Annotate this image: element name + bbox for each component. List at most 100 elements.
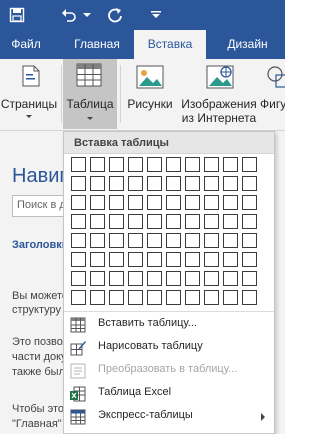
grid-cell[interactable] [109,195,124,210]
grid-cell[interactable] [166,157,181,172]
grid-cell[interactable] [147,290,162,305]
undo-icon[interactable] [58,0,80,30]
grid-cell[interactable] [71,195,86,210]
grid-cell[interactable] [223,271,238,286]
grid-cell[interactable] [185,233,200,248]
grid-cell[interactable] [147,176,162,191]
tab-insert[interactable]: Вставка [134,30,206,59]
grid-cell[interactable] [90,290,105,305]
grid-cell[interactable] [71,252,86,267]
grid-cell[interactable] [109,271,124,286]
grid-cell[interactable] [90,195,105,210]
grid-cell[interactable] [71,157,86,172]
grid-cell[interactable] [147,271,162,286]
grid-cell[interactable] [147,233,162,248]
grid-cell[interactable] [242,195,257,210]
grid-cell[interactable] [109,214,124,229]
grid-cell[interactable] [223,290,238,305]
grid-cell[interactable] [90,176,105,191]
excel-table-menu-item[interactable]: Таблица Excel [64,382,274,405]
grid-cell[interactable] [128,195,143,210]
grid-cell[interactable] [109,233,124,248]
grid-cell[interactable] [204,176,219,191]
grid-cell[interactable] [128,271,143,286]
grid-cell[interactable] [90,214,105,229]
grid-cell[interactable] [90,252,105,267]
table-size-grid[interactable] [70,156,270,308]
grid-cell[interactable] [109,252,124,267]
grid-cell[interactable] [90,157,105,172]
save-icon[interactable] [6,0,28,30]
grid-cell[interactable] [204,195,219,210]
grid-cell[interactable] [185,214,200,229]
grid-cell[interactable] [166,195,181,210]
redo-icon[interactable] [104,0,126,30]
undo-dropdown-icon[interactable] [82,0,92,30]
grid-cell[interactable] [223,195,238,210]
grid-cell[interactable] [185,252,200,267]
grid-cell[interactable] [109,290,124,305]
grid-cell[interactable] [223,157,238,172]
online-pictures-button[interactable]: Изображения из Интернета [180,59,258,129]
grid-cell[interactable] [242,290,257,305]
shapes-button[interactable]: Фигуры [260,59,285,129]
grid-cell[interactable] [204,233,219,248]
pages-button[interactable]: Страницы [0,59,58,129]
grid-cell[interactable] [147,195,162,210]
grid-cell[interactable] [128,252,143,267]
grid-cell[interactable] [147,252,162,267]
grid-cell[interactable] [128,176,143,191]
grid-cell[interactable] [166,252,181,267]
grid-cell[interactable] [185,176,200,191]
grid-cell[interactable] [166,271,181,286]
draw-table-menu-item[interactable]: Нарисовать таблицу [64,336,274,359]
grid-cell[interactable] [242,157,257,172]
grid-cell[interactable] [109,157,124,172]
grid-cell[interactable] [71,214,86,229]
customize-toolbar-icon[interactable] [148,0,164,30]
grid-cell[interactable] [166,176,181,191]
nav-headings-tab[interactable]: Заголовки [12,239,68,251]
table-button[interactable]: Таблица [63,59,117,129]
grid-cell[interactable] [185,195,200,210]
grid-cell[interactable] [223,233,238,248]
grid-cell[interactable] [204,271,219,286]
grid-cell[interactable] [223,252,238,267]
grid-cell[interactable] [242,214,257,229]
insert-table-menu-item[interactable]: Вставить таблицу... [64,313,274,336]
grid-cell[interactable] [128,214,143,229]
grid-cell[interactable] [223,214,238,229]
pictures-button[interactable]: Рисунки [124,59,176,129]
grid-cell[interactable] [223,176,238,191]
quick-tables-menu-item[interactable]: Экспресс-таблицы [64,405,274,428]
grid-cell[interactable] [242,176,257,191]
tab-design[interactable]: Дизайн [210,30,285,59]
grid-cell[interactable] [128,233,143,248]
grid-cell[interactable] [242,271,257,286]
grid-cell[interactable] [204,214,219,229]
grid-cell[interactable] [90,233,105,248]
grid-cell[interactable] [71,233,86,248]
grid-cell[interactable] [185,290,200,305]
grid-cell[interactable] [147,157,162,172]
grid-cell[interactable] [166,290,181,305]
grid-cell[interactable] [185,157,200,172]
grid-cell[interactable] [147,214,162,229]
grid-cell[interactable] [128,157,143,172]
grid-cell[interactable] [204,290,219,305]
grid-cell[interactable] [90,271,105,286]
tab-home[interactable]: Главная [62,30,132,59]
grid-cell[interactable] [109,176,124,191]
grid-cell[interactable] [242,233,257,248]
grid-cell[interactable] [166,214,181,229]
grid-cell[interactable] [71,176,86,191]
grid-cell[interactable] [204,157,219,172]
grid-cell[interactable] [204,252,219,267]
grid-cell[interactable] [166,233,181,248]
grid-cell[interactable] [128,290,143,305]
grid-cell[interactable] [185,271,200,286]
grid-cell[interactable] [71,290,86,305]
tab-file[interactable]: Файл [0,30,52,59]
grid-cell[interactable] [71,271,86,286]
grid-cell[interactable] [242,252,257,267]
